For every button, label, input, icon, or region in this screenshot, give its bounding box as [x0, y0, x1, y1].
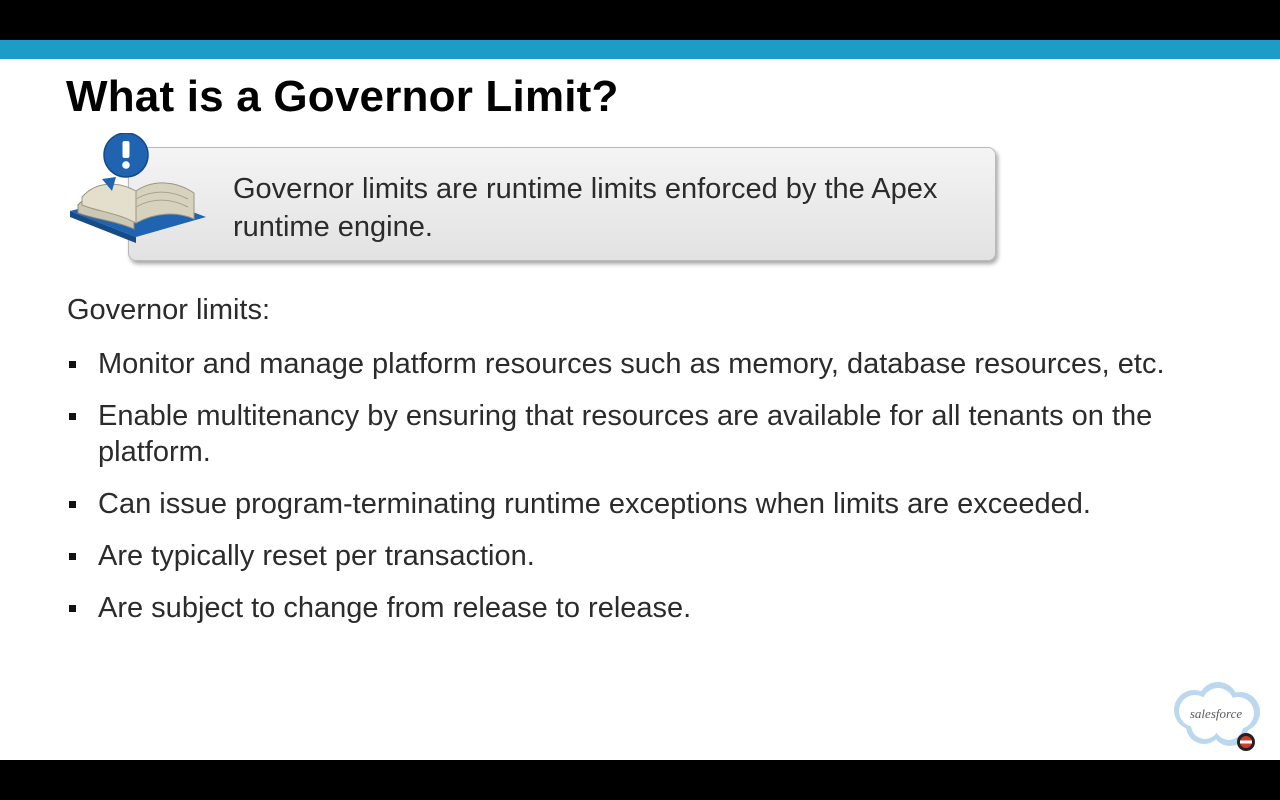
bullet-marker-icon	[69, 605, 76, 612]
bullet-marker-icon	[69, 501, 76, 508]
slide-title: What is a Governor Limit?	[66, 72, 619, 121]
list-item-text: Monitor and manage platform resources su…	[98, 348, 1165, 380]
callout-text: Governor limits are runtime limits enfor…	[233, 173, 938, 243]
definition-callout: Governor limits are runtime limits enfor…	[128, 147, 996, 261]
list-item-text: Are typically reset per transaction.	[98, 540, 535, 572]
list-item-text: Enable multitenancy by ensuring that res…	[98, 400, 1153, 468]
salesforce-cloud-logo: salesforce	[1174, 682, 1260, 751]
list-item: Monitor and manage platform resources su…	[67, 346, 1247, 382]
bullet-marker-icon	[69, 413, 76, 420]
bullet-marker-icon	[69, 361, 76, 368]
bullet-list: Monitor and manage platform resources su…	[67, 346, 1247, 642]
list-item-text: Can issue program-terminating runtime ex…	[98, 488, 1091, 520]
accent-bar	[0, 40, 1280, 59]
logo-text: salesforce	[1190, 706, 1242, 721]
book-with-alert-icon	[70, 133, 206, 243]
intro-text: Governor limits:	[67, 294, 271, 326]
list-item-text: Are subject to change from release to re…	[98, 592, 692, 624]
list-item: Enable multitenancy by ensuring that res…	[67, 398, 1247, 470]
video-frame: What is a Governor Limit? Governor limit…	[0, 0, 1280, 800]
slide: What is a Governor Limit? Governor limit…	[0, 40, 1280, 760]
list-item: Are subject to change from release to re…	[67, 590, 1247, 626]
list-item: Are typically reset per transaction.	[67, 538, 1247, 574]
list-item: Can issue program-terminating runtime ex…	[67, 486, 1247, 522]
bullet-marker-icon	[69, 553, 76, 560]
